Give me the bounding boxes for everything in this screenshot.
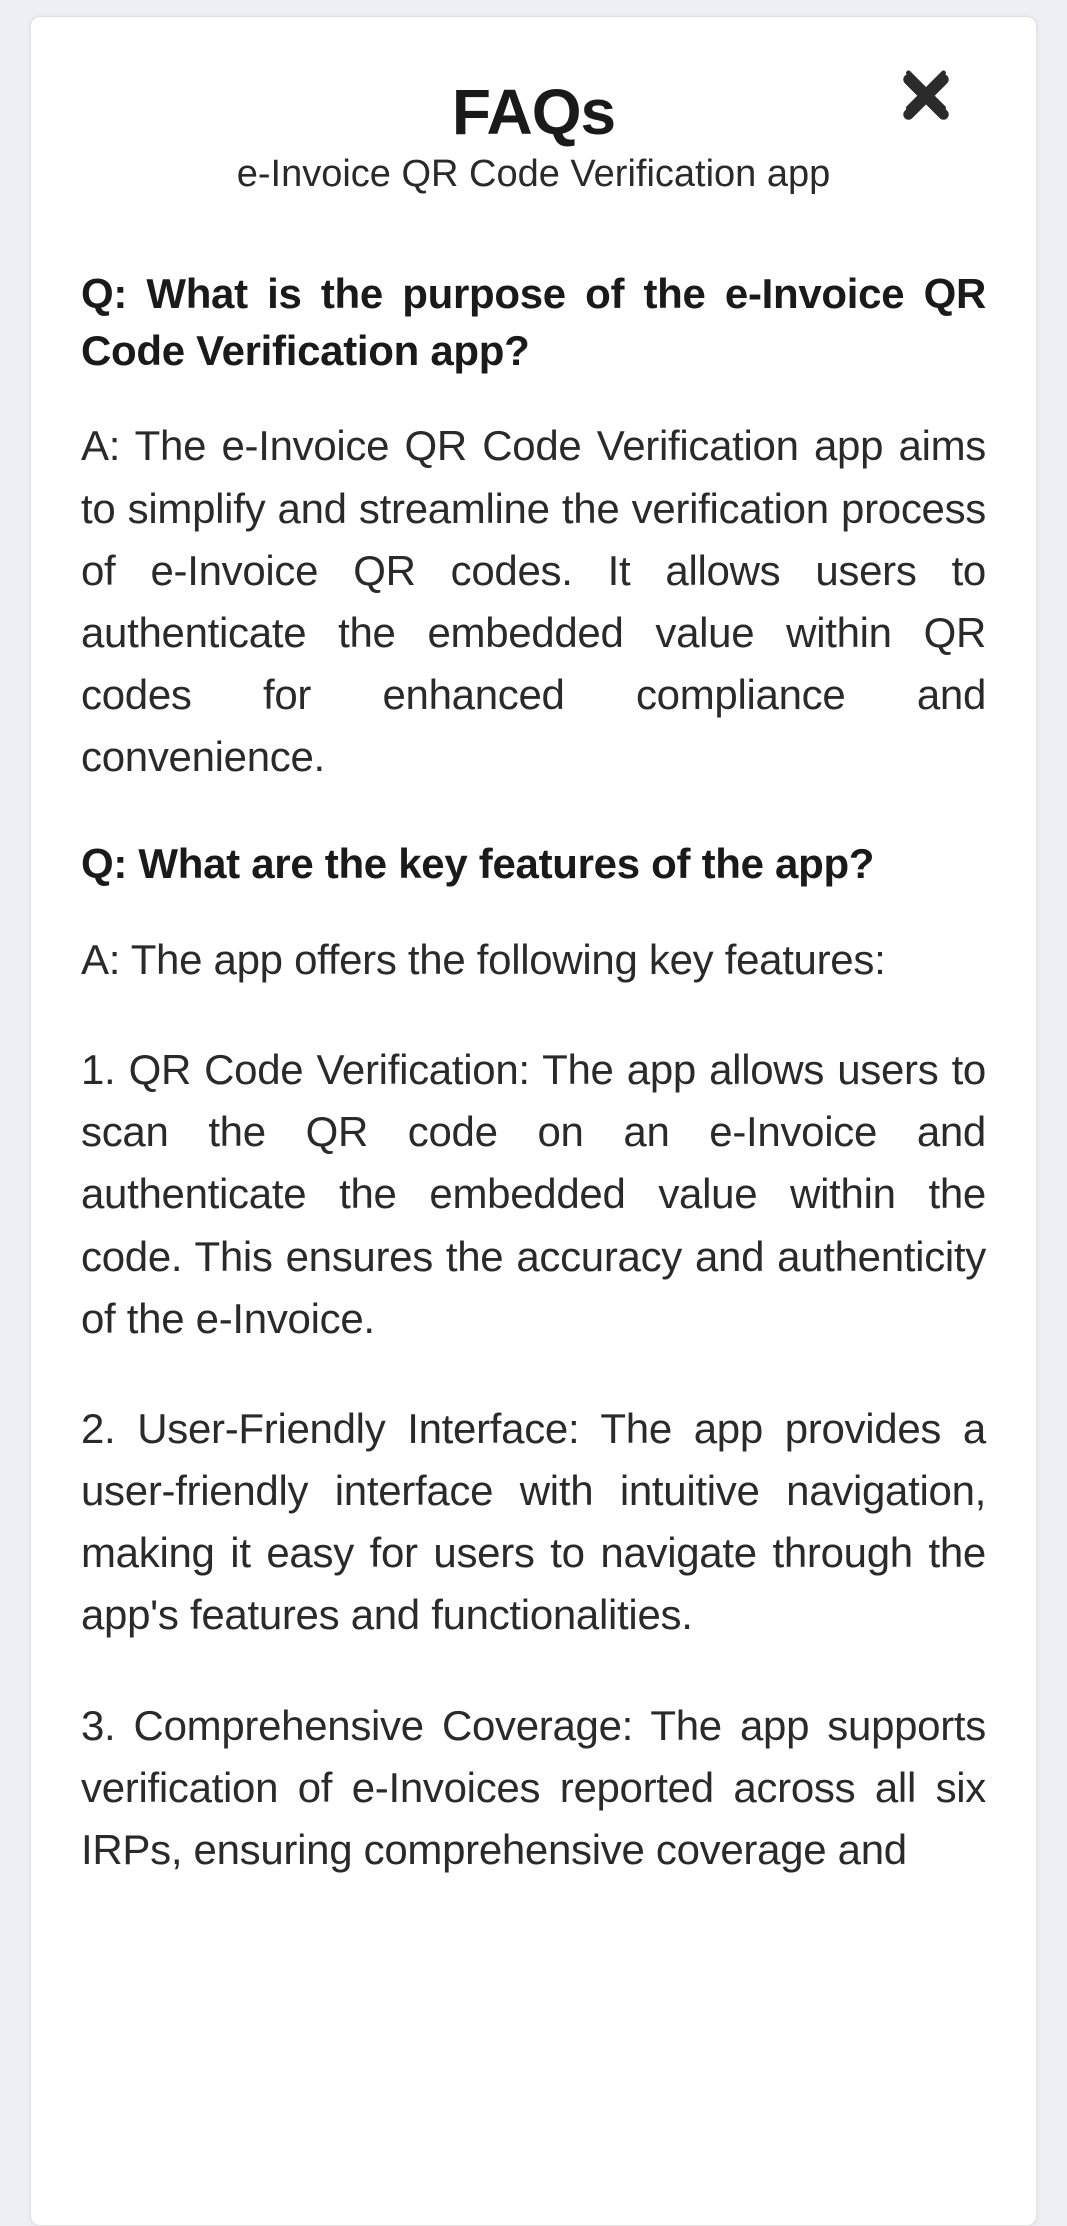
modal-subtitle: e-Invoice QR Code Verification app (81, 153, 986, 196)
faq-answer-2-item-2: 2. User-Friendly Interface: The app prov… (81, 1398, 986, 1647)
modal-title: FAQs (81, 75, 986, 149)
close-button[interactable] (896, 67, 966, 137)
faq-answer-1: A: The e-Invoice QR Code Verification ap… (81, 415, 986, 788)
faq-answer-2-item-1: 1. QR Code Verification: The app allows … (81, 1039, 986, 1350)
faq-modal: FAQs e-Invoice QR Code Verification app … (30, 16, 1037, 2226)
faq-question-2: Q: What are the key features of the app? (81, 836, 986, 893)
faq-question-1: Q: What is the purpose of the e-Invoice … (81, 266, 986, 379)
faq-answer-2-intro: A: The app offers the following key feat… (81, 929, 986, 991)
close-icon (896, 67, 956, 127)
faq-content: Q: What is the purpose of the e-Invoice … (81, 266, 986, 1881)
modal-header: FAQs e-Invoice QR Code Verification app (81, 75, 986, 196)
faq-answer-2-item-3: 3. Comprehensive Coverage: The app suppo… (81, 1695, 986, 1881)
